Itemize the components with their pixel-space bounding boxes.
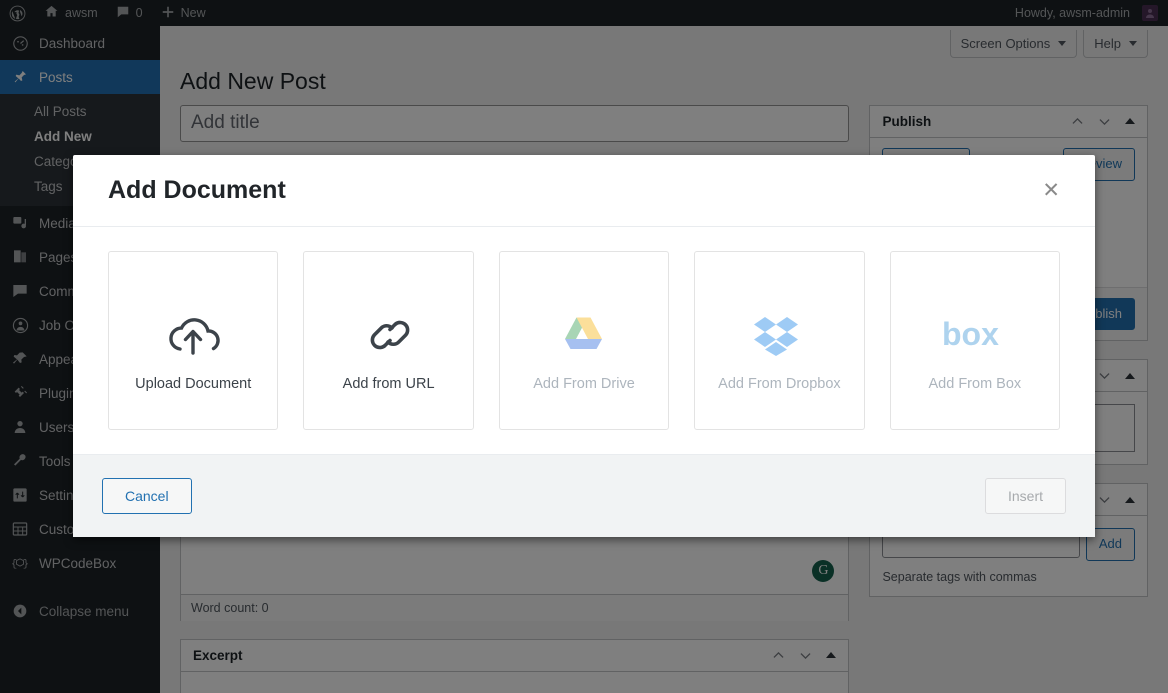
svg-text:box: box <box>942 316 999 352</box>
cancel-button[interactable]: Cancel <box>102 478 192 514</box>
option-label: Upload Document <box>135 376 251 392</box>
cloud-upload-icon <box>164 300 222 370</box>
link-chain-icon <box>366 300 412 370</box>
close-icon[interactable]: ✕ <box>1042 180 1060 201</box>
modal-header: Add Document ✕ <box>73 155 1095 227</box>
option-label: Add From Dropbox <box>718 376 841 392</box>
option-add-from-dropbox[interactable]: Add From Dropbox <box>694 251 864 430</box>
option-label: Add From Drive <box>533 376 635 392</box>
option-add-from-box[interactable]: box Add From Box <box>890 251 1060 430</box>
modal-footer: Cancel Insert <box>73 454 1095 537</box>
box-logo-icon: box <box>940 300 1010 370</box>
dropbox-icon <box>751 300 807 370</box>
option-label: Add from URL <box>343 376 435 392</box>
google-drive-icon <box>558 300 610 370</box>
add-document-modal: Add Document ✕ Upload Document <box>73 155 1095 537</box>
insert-button[interactable]: Insert <box>985 478 1066 514</box>
option-upload-document[interactable]: Upload Document <box>108 251 278 430</box>
modal-title: Add Document <box>108 176 286 205</box>
option-add-from-drive[interactable]: Add From Drive <box>499 251 669 430</box>
option-label: Add From Box <box>928 376 1021 392</box>
option-add-from-url[interactable]: Add from URL <box>303 251 473 430</box>
modal-body: Upload Document Add from URL <box>73 227 1095 454</box>
